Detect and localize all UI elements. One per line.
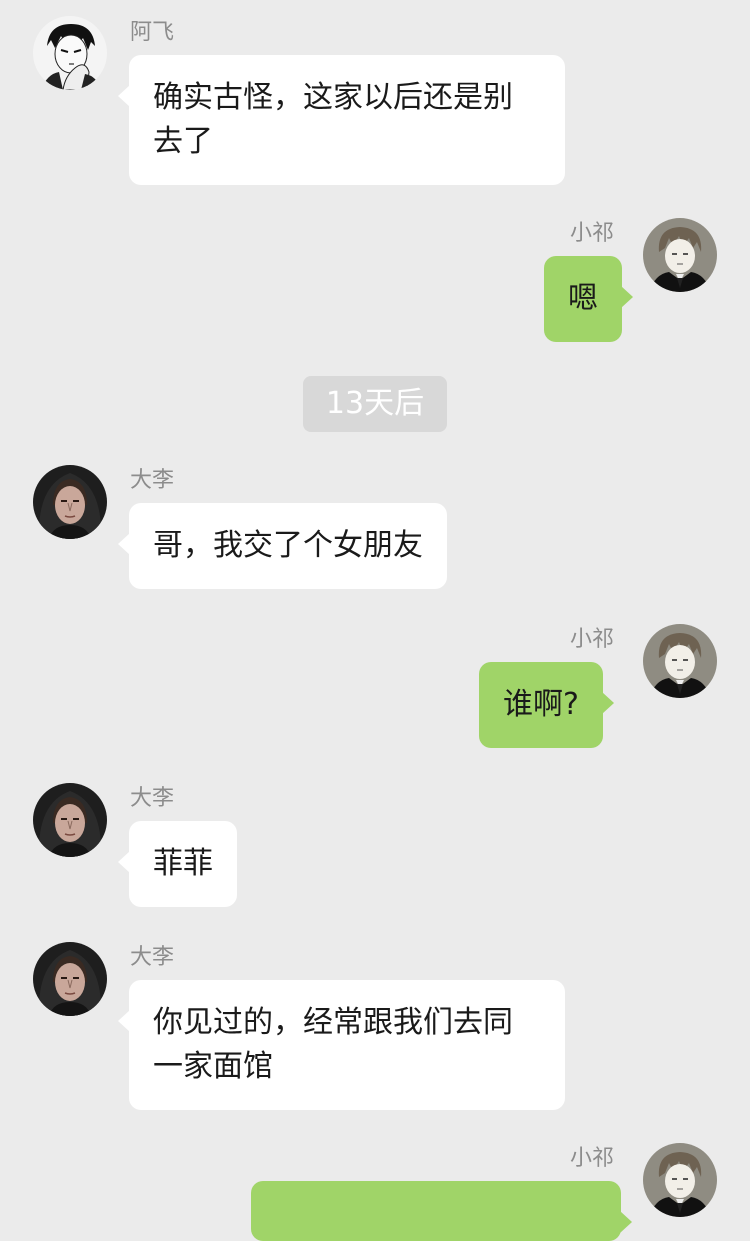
message-bubble[interactable]: 菲菲 (118, 821, 237, 907)
sender-name: 阿飞 (130, 20, 175, 45)
xiaoqi-avatar[interactable] (643, 624, 717, 698)
message-bubble[interactable] (251, 1181, 632, 1241)
dali-avatar[interactable] (33, 942, 107, 1016)
message-bubble[interactable]: 你见过的，经常跟我们去同一家面馆 (118, 980, 565, 1110)
sender-name: 小祁 (570, 627, 615, 652)
xiaoqi-avatar[interactable] (643, 1143, 717, 1217)
manga-man-avatar-icon (33, 16, 107, 90)
hooded-man-avatar-icon (33, 465, 107, 539)
message-bubble[interactable]: 哥，我交了个女朋友 (118, 503, 447, 589)
message-bubble[interactable]: 谁啊? (479, 662, 614, 748)
dali-avatar[interactable] (33, 465, 107, 539)
time-divider: 13天后 (303, 376, 447, 432)
message-bubble[interactable]: 确实古怪，这家以后还是别去了 (118, 55, 565, 185)
anime-boy-avatar-icon (643, 1143, 717, 1217)
anime-boy-avatar-icon (643, 624, 717, 698)
afei-avatar[interactable] (33, 16, 107, 90)
hooded-man-avatar-icon (33, 942, 107, 1016)
sender-name: 大李 (130, 468, 175, 493)
sender-name: 大李 (130, 945, 175, 970)
sender-name: 大李 (130, 786, 175, 811)
xiaoqi-avatar[interactable] (643, 218, 717, 292)
sender-name: 小祁 (570, 1146, 615, 1171)
sender-name: 小祁 (570, 221, 615, 246)
dali-avatar[interactable] (33, 783, 107, 857)
hooded-man-avatar-icon (33, 783, 107, 857)
anime-boy-avatar-icon (643, 218, 717, 292)
message-bubble[interactable]: 嗯 (544, 256, 633, 342)
